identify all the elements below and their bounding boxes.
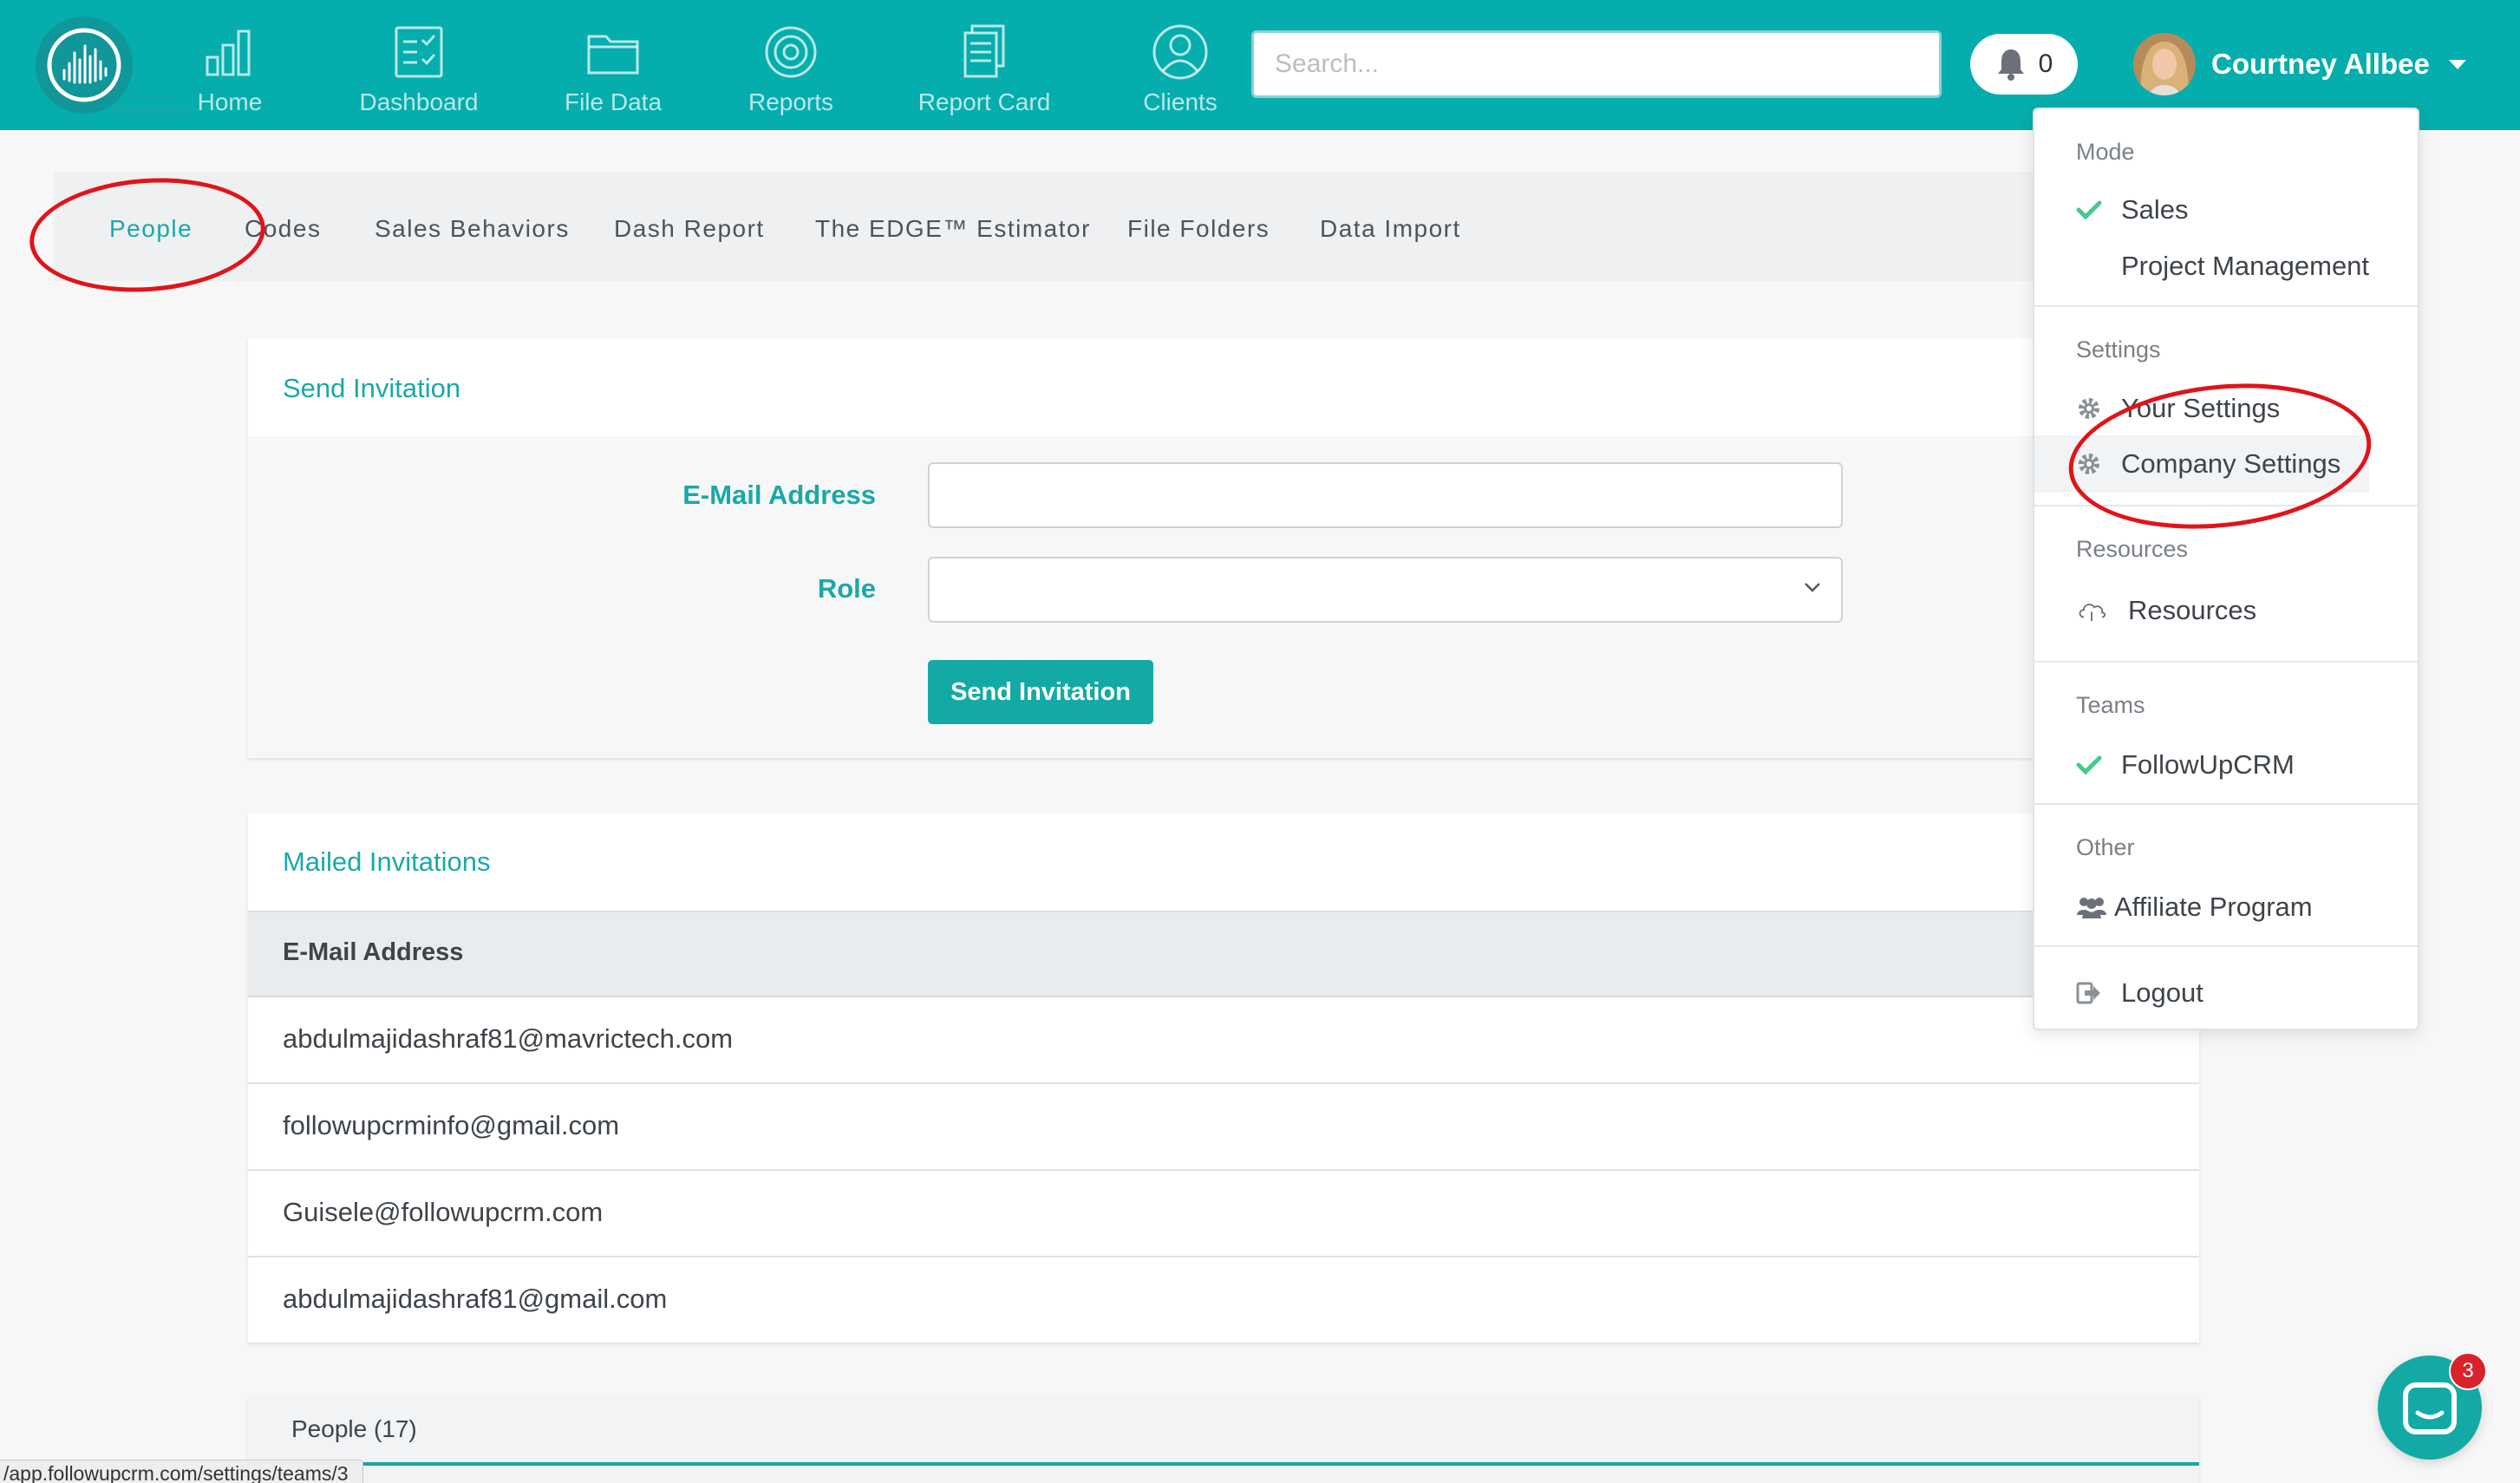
table-row: abdulmajidashraf81@gmail.com (248, 1258, 2199, 1344)
nav-clients[interactable]: Clients (1143, 21, 1218, 118)
notifications-button[interactable]: 0 (1970, 34, 2078, 95)
send-invitation-button[interactable]: Send Invitation (928, 660, 1153, 724)
people-title: People (17) (291, 1415, 417, 1442)
waveform-logo-icon (47, 28, 121, 102)
cloud-icon (2079, 604, 2106, 621)
dropdown-header-teams: Teams (2076, 692, 2145, 718)
team-name-label: FollowUpCRM (2121, 749, 2295, 780)
invitation-email: Guisele@followupcrm.com (283, 1197, 604, 1227)
chat-unread-badge: 3 (2449, 1352, 2487, 1390)
column-email-address: E-Mail Address (283, 938, 464, 966)
affiliate-program-label: Affiliate Program (2114, 892, 2313, 922)
dropdown-header-settings: Settings (2076, 336, 2161, 363)
mode-pm-label: Project Management (2121, 251, 2370, 281)
mode-project-management[interactable]: Project Management (2076, 242, 2369, 291)
logout-label: Logout (2121, 977, 2203, 1008)
people-tab-indicator (248, 1462, 2199, 1466)
email-label: E-Mail Address (682, 480, 876, 510)
mode-sales[interactable]: Sales (2076, 186, 2189, 234)
sign-out-icon (2076, 982, 2100, 1004)
role-select[interactable] (928, 557, 1843, 623)
people-card: People (17) (248, 1396, 2199, 1483)
gear-icon (2079, 398, 2099, 419)
role-label: Role (817, 573, 876, 604)
dropdown-header-resources: Resources (2076, 536, 2189, 562)
nav-reports-label: Reports (748, 88, 834, 115)
logout-button[interactable]: Logout (2076, 969, 2203, 1017)
user-name: Courtney Allbee (2211, 48, 2430, 80)
mailed-invitations-title: Mailed Invitations (283, 846, 491, 877)
document-stack-icon (963, 24, 1005, 78)
nav-dashboard[interactable]: Dashboard (359, 21, 479, 118)
tab-file-folders[interactable]: File Folders (1127, 215, 1270, 243)
send-invitation-card: Send Invitation E-Mail Address Role Send… (248, 338, 2199, 758)
bar-chart-icon (206, 29, 251, 76)
nav-home-label: Home (197, 88, 263, 115)
dropdown-divider (2034, 305, 2418, 307)
table-header: E-Mail Address (248, 911, 2199, 997)
mode-sales-label: Sales (2121, 194, 2189, 225)
target-icon (765, 26, 817, 78)
send-invitation-form: E-Mail Address Role Send Invitation (248, 436, 2199, 758)
nav-clients-label: Clients (1143, 88, 1218, 115)
check-icon (2076, 200, 2102, 220)
resources-link[interactable]: Resources (2076, 586, 2256, 635)
send-invitation-title: Send Invitation (283, 373, 461, 403)
tab-edge-estimator[interactable]: The EDGE™ Estimator (815, 215, 1091, 243)
nav-home[interactable]: Home (195, 21, 264, 118)
team-followupcrm[interactable]: FollowUpCRM (2076, 741, 2295, 789)
table-row: abdulmajidashraf81@mavrictech.com (248, 997, 2199, 1084)
caret-down-icon (2448, 59, 2466, 69)
check-icon (2076, 755, 2102, 775)
user-circle-icon (1152, 24, 1208, 80)
nav-file-data[interactable]: File Data (564, 21, 663, 118)
nav-report-card[interactable]: Report Card (917, 21, 1051, 118)
user-dropdown-menu: Mode Sales Project Management Settings Y… (2033, 108, 2419, 1030)
nav-file-data-label: File Data (564, 88, 663, 115)
table-row: Guisele@followupcrm.com (248, 1171, 2199, 1258)
clipboard-check-icon (395, 26, 443, 78)
invitation-email: abdulmajidashraf81@mavrictech.com (283, 1023, 734, 1054)
app-logo[interactable] (36, 16, 133, 114)
tab-sales-behaviors[interactable]: Sales Behaviors (375, 215, 570, 243)
nav-report-card-label: Report Card (917, 88, 1051, 115)
nav-dashboard-label: Dashboard (359, 88, 479, 115)
user-avatar-icon (2133, 33, 2196, 95)
dropdown-header-other: Other (2076, 834, 2135, 860)
settings-tabs: People Codes Sales Behaviors Dash Report… (54, 172, 2204, 281)
resources-label: Resources (2128, 595, 2257, 625)
dropdown-divider (2034, 803, 2418, 805)
active-tab-indicator (110, 108, 190, 113)
nav-reports[interactable]: Reports (748, 21, 834, 118)
tab-dash-report[interactable]: Dash Report (614, 215, 765, 243)
mailed-invitations-card: Mailed Invitations E-Mail Address abdulm… (248, 813, 2199, 1343)
user-menu-toggle[interactable]: Courtney Allbee (2133, 32, 2466, 96)
search-input[interactable] (1251, 30, 1942, 98)
invitation-email: abdulmajidashraf81@gmail.com (283, 1284, 668, 1314)
email-field[interactable] (928, 462, 1843, 528)
tab-data-import[interactable]: Data Import (1320, 215, 1461, 243)
dropdown-divider (2034, 945, 2418, 947)
folder-icon (587, 35, 639, 75)
dropdown-header-mode: Mode (2076, 139, 2135, 165)
chevron-down-icon (1805, 583, 1820, 592)
invitation-email: followupcrminfo@gmail.com (283, 1110, 620, 1140)
users-icon (2077, 898, 2106, 918)
table-row: followupcrminfo@gmail.com (248, 1084, 2199, 1171)
dropdown-divider (2034, 661, 2418, 663)
avatar (2133, 33, 2196, 95)
bell-icon (1997, 49, 2024, 81)
affiliate-program[interactable]: Affiliate Program (2076, 883, 2313, 931)
notifications-count: 0 (2038, 49, 2053, 78)
status-bar-url: /app.followupcrm.com/settings/teams/3 (0, 1460, 363, 1483)
